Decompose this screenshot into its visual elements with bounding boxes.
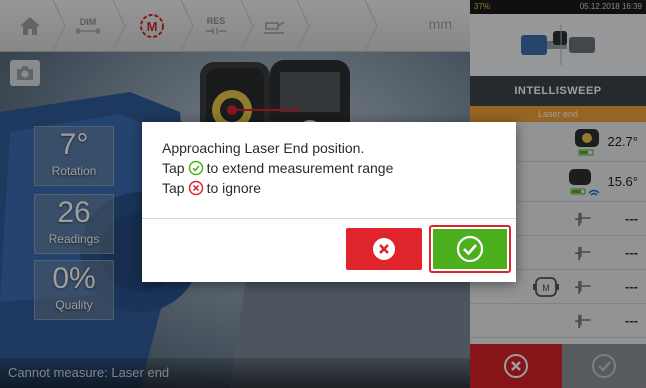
dialog-extend-button-face[interactable]	[433, 229, 507, 269]
dialog-line-2: Tap to extend measurement range	[162, 158, 393, 178]
cancel-x-icon	[373, 238, 395, 260]
dialog-line-1: Approaching Laser End position.	[162, 138, 393, 158]
check-icon	[456, 235, 484, 263]
dialog-line-1-text: Approaching Laser End position.	[162, 140, 365, 156]
dialog-divider	[142, 218, 516, 219]
dialog-extend-button[interactable]	[429, 225, 511, 273]
laser-end-dialog: Approaching Laser End position. Tap to e…	[142, 122, 516, 282]
dialog-line-2-prefix: Tap	[162, 160, 185, 176]
dialog-line-3: Tap to ignore	[162, 178, 393, 198]
dialog-message: Approaching Laser End position. Tap to e…	[162, 138, 393, 198]
dialog-line-3-suffix: to ignore	[206, 180, 262, 196]
dialog-line-2-suffix: to extend measurement range	[206, 160, 394, 176]
inline-cancel-icon	[188, 180, 203, 196]
dialog-line-3-prefix: Tap	[162, 180, 185, 196]
inline-check-icon	[188, 160, 203, 176]
dialog-ignore-button[interactable]	[346, 228, 422, 270]
